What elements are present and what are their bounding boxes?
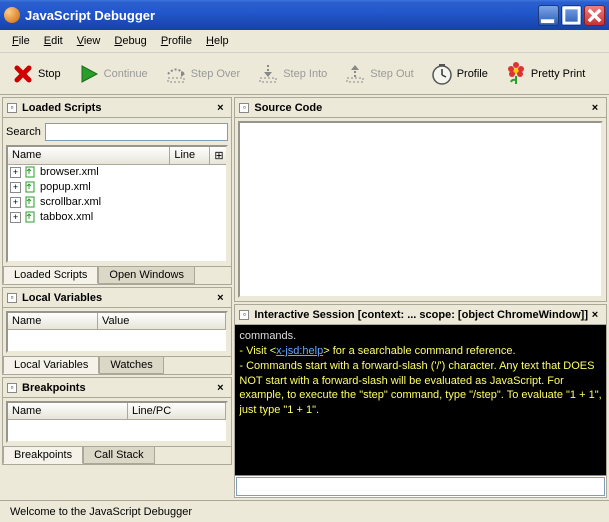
close-button[interactable] bbox=[584, 5, 605, 26]
step-out-label: Step Out bbox=[370, 68, 413, 80]
local-variables-list[interactable]: Name Value bbox=[6, 311, 228, 353]
profile-button[interactable]: Profile bbox=[423, 56, 495, 92]
pretty-print-label: Pretty Print bbox=[531, 68, 585, 80]
status-bar: Welcome to the JavaScript Debugger bbox=[0, 500, 609, 522]
panel-grip-icon[interactable]: ▫ bbox=[7, 293, 17, 303]
breakpoints-title: Breakpoints bbox=[22, 382, 213, 394]
col-name[interactable]: Name bbox=[8, 403, 128, 419]
local-variables-panel: ▫ Local Variables × Name Value Local Var… bbox=[2, 287, 232, 375]
loaded-scripts-title: Loaded Scripts bbox=[22, 102, 213, 114]
col-name[interactable]: Name bbox=[8, 313, 98, 329]
stop-button[interactable]: Stop bbox=[4, 56, 68, 92]
list-item[interactable]: + browser.xml bbox=[8, 165, 226, 180]
maximize-button[interactable] bbox=[561, 5, 582, 26]
col-name[interactable]: Name bbox=[8, 147, 170, 164]
panel-close-button[interactable]: × bbox=[588, 101, 602, 115]
main-area: ▫ Loaded Scripts × Search Name Line ⊞ + bbox=[0, 95, 609, 500]
window-title: JavaScript Debugger bbox=[25, 8, 538, 23]
tab-breakpoints[interactable]: Breakpoints bbox=[3, 447, 83, 464]
col-picker-icon[interactable]: ⊞ bbox=[210, 147, 226, 164]
menu-profile[interactable]: Profile bbox=[155, 33, 198, 49]
stop-icon bbox=[11, 62, 35, 86]
file-icon bbox=[24, 211, 36, 223]
panel-close-button[interactable]: × bbox=[588, 308, 602, 322]
continue-button[interactable]: Continue bbox=[70, 56, 155, 92]
file-name: browser.xml bbox=[39, 166, 224, 178]
step-over-label: Step Over bbox=[191, 68, 241, 80]
source-code-view[interactable] bbox=[238, 121, 603, 298]
command-input[interactable] bbox=[236, 477, 605, 496]
step-into-label: Step Into bbox=[283, 68, 327, 80]
file-name: tabbox.xml bbox=[39, 211, 224, 223]
file-name: scrollbar.xml bbox=[39, 196, 224, 208]
source-code-title: Source Code bbox=[254, 102, 588, 114]
loaded-scripts-panel: ▫ Loaded Scripts × Search Name Line ⊞ + bbox=[2, 97, 232, 285]
panel-grip-icon[interactable]: ▫ bbox=[239, 310, 249, 320]
menu-help[interactable]: Help bbox=[200, 33, 235, 49]
clock-icon bbox=[430, 62, 454, 86]
title-bar: JavaScript Debugger bbox=[0, 0, 609, 30]
session-title: Interactive Session [context: ... scope:… bbox=[254, 309, 588, 321]
panel-close-button[interactable]: × bbox=[213, 101, 227, 115]
console-line: commands. bbox=[239, 329, 602, 344]
console-line: - Commands start with a forward-slash ('… bbox=[239, 359, 602, 418]
play-icon bbox=[77, 62, 101, 86]
tab-watches[interactable]: Watches bbox=[99, 357, 163, 374]
step-over-button[interactable]: Step Over bbox=[157, 56, 248, 92]
continue-label: Continue bbox=[104, 68, 148, 80]
step-over-icon bbox=[164, 62, 188, 86]
panel-grip-icon[interactable]: ▫ bbox=[7, 383, 17, 393]
menu-debug[interactable]: Debug bbox=[108, 33, 152, 49]
expand-icon[interactable]: + bbox=[10, 197, 21, 208]
status-text: Welcome to the JavaScript Debugger bbox=[10, 506, 192, 518]
expand-icon[interactable]: + bbox=[10, 212, 21, 223]
step-out-button[interactable]: Step Out bbox=[336, 56, 420, 92]
minimize-button[interactable] bbox=[538, 5, 559, 26]
list-item[interactable]: + scrollbar.xml bbox=[8, 195, 226, 210]
list-item[interactable]: + tabbox.xml bbox=[8, 210, 226, 225]
expand-icon[interactable]: + bbox=[10, 182, 21, 193]
toolbar: Stop Continue Step Over Step Into Step O… bbox=[0, 53, 609, 95]
list-item[interactable]: + popup.xml bbox=[8, 180, 226, 195]
file-icon bbox=[24, 166, 36, 178]
menu-view[interactable]: View bbox=[71, 33, 107, 49]
console-output[interactable]: commands. - Visit <x-jsd:help> for a sea… bbox=[235, 325, 606, 475]
panel-close-button[interactable]: × bbox=[213, 291, 227, 305]
menu-bar: File Edit View Debug Profile Help bbox=[0, 30, 609, 53]
breakpoints-list[interactable]: Name Line/PC bbox=[6, 401, 228, 443]
file-name: popup.xml bbox=[39, 181, 224, 193]
source-code-panel: ▫ Source Code × bbox=[234, 97, 607, 302]
panel-grip-icon[interactable]: ▫ bbox=[239, 103, 249, 113]
file-icon bbox=[24, 181, 36, 193]
scripts-list[interactable]: Name Line ⊞ + browser.xml + popup.xml bbox=[6, 145, 228, 263]
tab-local-variables[interactable]: Local Variables bbox=[3, 357, 99, 374]
tab-loaded-scripts[interactable]: Loaded Scripts bbox=[3, 267, 98, 284]
col-line[interactable]: Line bbox=[170, 147, 210, 164]
interactive-session-panel: ▫ Interactive Session [context: ... scop… bbox=[234, 304, 607, 498]
panel-grip-icon[interactable]: ▫ bbox=[7, 103, 17, 113]
step-out-icon bbox=[343, 62, 367, 86]
pretty-print-button[interactable]: Pretty Print bbox=[497, 56, 592, 92]
console-line: - Visit <x-jsd:help> for a searchable co… bbox=[239, 344, 602, 359]
search-label: Search bbox=[6, 126, 41, 138]
stop-label: Stop bbox=[38, 68, 61, 80]
breakpoints-panel: ▫ Breakpoints × Name Line/PC Breakpoints… bbox=[2, 377, 232, 465]
menu-file[interactable]: File bbox=[6, 33, 36, 49]
file-icon bbox=[24, 196, 36, 208]
tab-open-windows[interactable]: Open Windows bbox=[98, 267, 195, 284]
profile-label: Profile bbox=[457, 68, 488, 80]
app-icon bbox=[4, 7, 20, 23]
flower-icon bbox=[504, 62, 528, 86]
expand-icon[interactable]: + bbox=[10, 167, 21, 178]
col-value[interactable]: Value bbox=[98, 313, 226, 329]
panel-close-button[interactable]: × bbox=[213, 381, 227, 395]
search-input[interactable] bbox=[45, 123, 229, 141]
help-link[interactable]: x-jsd:help bbox=[276, 345, 323, 357]
tab-call-stack[interactable]: Call Stack bbox=[83, 447, 155, 464]
col-linepc[interactable]: Line/PC bbox=[128, 403, 226, 419]
step-into-icon bbox=[256, 62, 280, 86]
menu-edit[interactable]: Edit bbox=[38, 33, 69, 49]
step-into-button[interactable]: Step Into bbox=[249, 56, 334, 92]
local-variables-title: Local Variables bbox=[22, 292, 213, 304]
